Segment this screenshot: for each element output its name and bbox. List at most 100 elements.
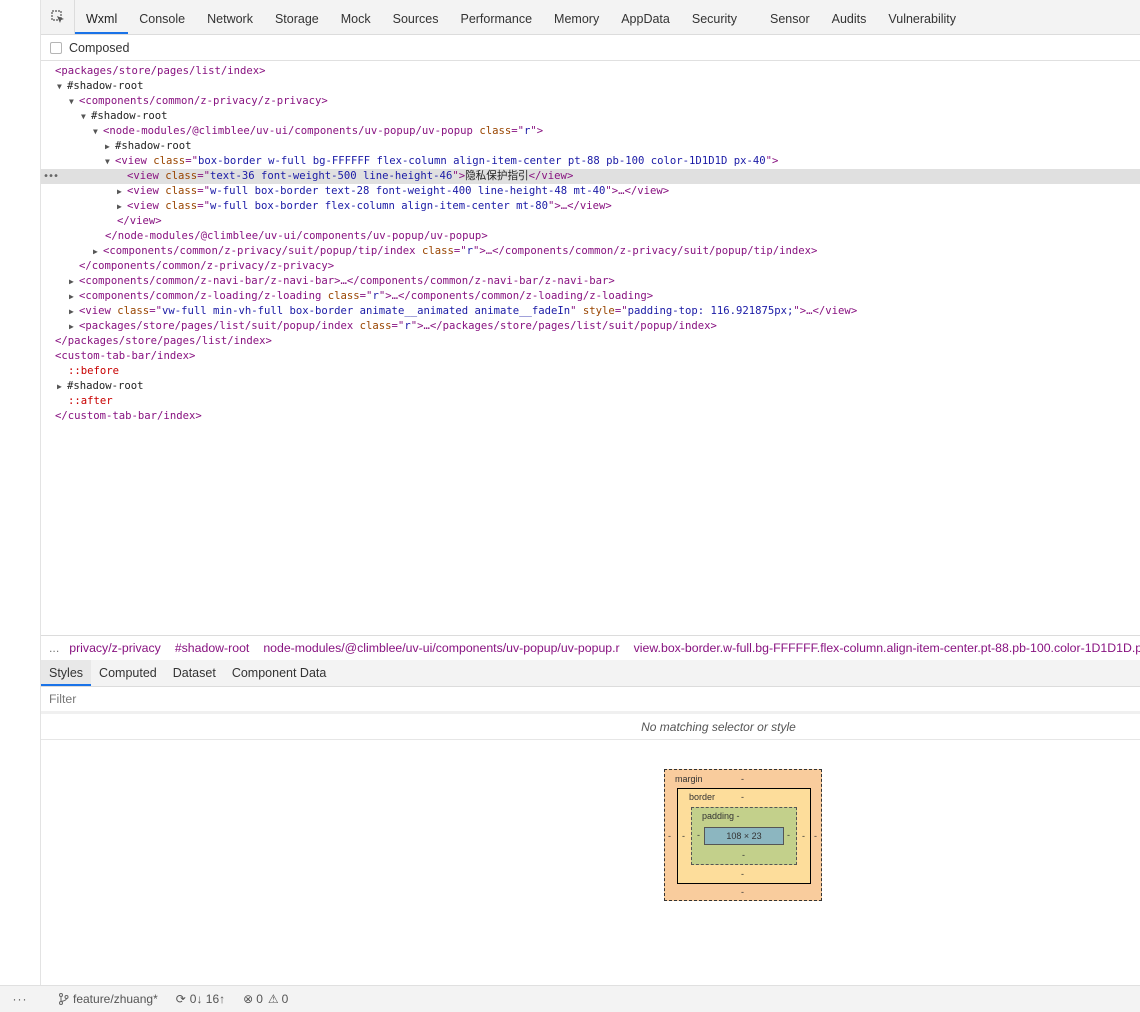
tree-node[interactable]: <packages/store/pages/list/index> bbox=[41, 64, 1140, 79]
border-top-value: - bbox=[741, 792, 744, 802]
error-icon: ⊗ bbox=[243, 992, 254, 1006]
git-branch-icon bbox=[59, 993, 69, 1005]
collapsed-triangle-icon[interactable]: ▶ bbox=[69, 274, 79, 289]
warning-icon: ⚠ bbox=[267, 992, 279, 1006]
expanded-triangle-icon[interactable]: ▼ bbox=[69, 94, 79, 109]
tab-sensor[interactable]: Sensor bbox=[759, 0, 821, 34]
expanded-triangle-icon[interactable]: ▼ bbox=[105, 154, 115, 169]
collapsed-triangle-icon[interactable]: ▶ bbox=[93, 244, 103, 259]
tree-node[interactable]: </packages/store/pages/list/index> bbox=[41, 334, 1140, 349]
tree-node[interactable]: ▶ <components/common/z-navi-bar/z-navi-ba… bbox=[41, 274, 1140, 289]
tree-node[interactable]: ▼ #shadow-root bbox=[41, 109, 1140, 124]
tree-node-selected[interactable]: ••• <view class="text-36 font-weight-500… bbox=[41, 169, 1140, 184]
problems-indicator[interactable]: ⊗ 0 ⚠ 0 bbox=[243, 992, 288, 1006]
border-left-value: - bbox=[682, 831, 685, 841]
wxml-toolbar: Composed bbox=[41, 35, 1140, 61]
breadcrumb-ellipsis[interactable]: ... bbox=[49, 641, 59, 655]
tab-appdata[interactable]: AppData bbox=[610, 0, 681, 34]
tab-performance[interactable]: Performance bbox=[449, 0, 543, 34]
tree-node[interactable]: ▼ <node-modules/@climblee/uv-ui/component… bbox=[41, 124, 1140, 139]
collapsed-triangle-icon[interactable]: ▶ bbox=[117, 199, 127, 214]
tab-console[interactable]: Console bbox=[128, 0, 196, 34]
border-right-value: - bbox=[802, 831, 805, 841]
left-gutter bbox=[0, 0, 41, 985]
padding-right-value: - bbox=[787, 830, 790, 840]
styles-filter-input[interactable]: Filter bbox=[41, 687, 1140, 712]
tree-node[interactable]: ▼ #shadow-root bbox=[41, 79, 1140, 94]
git-branch[interactable]: feature/zhuang* bbox=[58, 992, 158, 1006]
devtools-tabbar: Wxml Console Network Storage Mock Source… bbox=[41, 0, 1140, 35]
composed-checkbox[interactable] bbox=[50, 41, 62, 54]
border-bottom-value: - bbox=[741, 869, 744, 879]
styles-tabbar: Styles Computed Dataset Component Data bbox=[41, 660, 1140, 687]
tab-memory[interactable]: Memory bbox=[543, 0, 610, 34]
tab-dataset[interactable]: Dataset bbox=[165, 660, 224, 686]
tree-node[interactable]: ▶ #shadow-root bbox=[41, 379, 1140, 394]
tree-node[interactable]: ▶ <packages/store/pages/list/suit/popup/i… bbox=[41, 319, 1140, 334]
collapsed-triangle-icon[interactable]: ▶ bbox=[69, 319, 79, 334]
margin-label: margin bbox=[675, 774, 703, 784]
box-model-padding: padding - - - - 108 × 23 bbox=[691, 807, 797, 865]
breadcrumb-item[interactable]: #shadow-root bbox=[175, 641, 250, 655]
error-count: 0 bbox=[256, 992, 263, 1006]
margin-top-value: - bbox=[741, 774, 744, 784]
no-match-message: No matching selector or style bbox=[41, 714, 1140, 740]
tab-network[interactable]: Network bbox=[196, 0, 264, 34]
composed-label: Composed bbox=[69, 40, 130, 55]
tab-wxml[interactable]: Wxml bbox=[75, 0, 129, 34]
margin-left-value: - bbox=[668, 831, 671, 841]
collapsed-triangle-icon[interactable]: ▶ bbox=[117, 184, 127, 199]
tree-node[interactable]: <custom-tab-bar/index> bbox=[41, 349, 1140, 364]
tab-styles[interactable]: Styles bbox=[41, 660, 92, 686]
tree-node[interactable]: </components/common/z-privacy/z-privacy> bbox=[41, 259, 1140, 274]
wxml-tree: <packages/store/pages/list/index> ▼ #shad… bbox=[41, 62, 1140, 634]
expanded-triangle-icon[interactable]: ▼ bbox=[81, 109, 91, 124]
padding-label: padding - bbox=[702, 811, 740, 821]
tab-computed[interactable]: Computed bbox=[91, 660, 165, 686]
inspect-element-icon[interactable] bbox=[41, 0, 75, 34]
tree-node[interactable]: ▶ <view class="vw-full min-vh-full box-bo… bbox=[41, 304, 1140, 319]
tree-node[interactable]: ::after bbox=[41, 394, 1140, 409]
tree-node[interactable]: ▼ <components/common/z-privacy/z-privacy> bbox=[41, 94, 1140, 109]
tab-security[interactable]: Security bbox=[681, 0, 759, 34]
box-model-content: 108 × 23 bbox=[704, 827, 784, 845]
tree-node[interactable]: </node-modules/@climblee/uv-ui/component… bbox=[41, 229, 1140, 244]
tree-node[interactable]: ▶ #shadow-root bbox=[41, 139, 1140, 154]
expanded-triangle-icon[interactable]: ▼ bbox=[57, 79, 67, 94]
collapsed-triangle-icon[interactable]: ▶ bbox=[57, 379, 67, 394]
tab-sources[interactable]: Sources bbox=[382, 0, 450, 34]
tree-node[interactable]: ▼ <view class="box-border w-full bg-FFFFF… bbox=[41, 154, 1140, 169]
tab-storage[interactable]: Storage bbox=[264, 0, 330, 34]
tab-mock[interactable]: Mock bbox=[330, 0, 382, 34]
tree-node[interactable]: </custom-tab-bar/index> bbox=[41, 409, 1140, 424]
breadcrumb-item[interactable]: view.box-border.w-full.bg-FFFFFF.flex-co… bbox=[634, 641, 1140, 655]
status-bar: ··· feature/zhuang* ⟳ 0↓ 16↑ ⊗ 0 ⚠ 0 bbox=[0, 985, 1140, 1012]
more-options-icon[interactable]: ••• bbox=[43, 169, 59, 184]
collapsed-triangle-icon[interactable]: ▶ bbox=[105, 139, 115, 154]
tree-node[interactable]: </view> bbox=[41, 214, 1140, 229]
expanded-triangle-icon[interactable]: ▼ bbox=[93, 124, 103, 139]
tab-component-data[interactable]: Component Data bbox=[224, 660, 335, 686]
tree-node[interactable]: ▶ <view class="w-full box-border text-28 … bbox=[41, 184, 1140, 199]
git-sync-label: 0↓ 16↑ bbox=[189, 992, 226, 1006]
tab-vulnerability[interactable]: Vulnerability bbox=[877, 0, 967, 34]
tree-node[interactable]: ▶ <components/common/z-privacy/suit/popup… bbox=[41, 244, 1140, 259]
padding-left-value: - bbox=[697, 830, 700, 840]
box-model-margin: margin - - - - border - - - - padding - … bbox=[664, 769, 822, 901]
warning-count: 0 bbox=[281, 992, 289, 1006]
breadcrumb: ... privacy/z-privacy #shadow-root node-… bbox=[41, 635, 1140, 661]
margin-right-value: - bbox=[814, 831, 817, 841]
padding-bottom-value: - bbox=[742, 850, 745, 860]
tree-node[interactable]: ▶ <components/common/z-loading/z-loading … bbox=[41, 289, 1140, 304]
git-branch-label: feature/zhuang* bbox=[73, 992, 158, 1006]
breadcrumb-item[interactable]: node-modules/@climblee/uv-ui/components/… bbox=[263, 641, 619, 655]
border-label: border bbox=[689, 792, 716, 802]
tab-audits[interactable]: Audits bbox=[821, 0, 878, 34]
git-sync[interactable]: ⟳ 0↓ 16↑ bbox=[176, 992, 225, 1006]
status-more-icon[interactable]: ··· bbox=[0, 992, 40, 1006]
tree-node[interactable]: ::before bbox=[41, 364, 1140, 379]
breadcrumb-item[interactable]: privacy/z-privacy bbox=[69, 641, 161, 655]
collapsed-triangle-icon[interactable]: ▶ bbox=[69, 289, 79, 304]
collapsed-triangle-icon[interactable]: ▶ bbox=[69, 304, 79, 319]
tree-node[interactable]: ▶ <view class="w-full box-border flex-col… bbox=[41, 199, 1140, 214]
